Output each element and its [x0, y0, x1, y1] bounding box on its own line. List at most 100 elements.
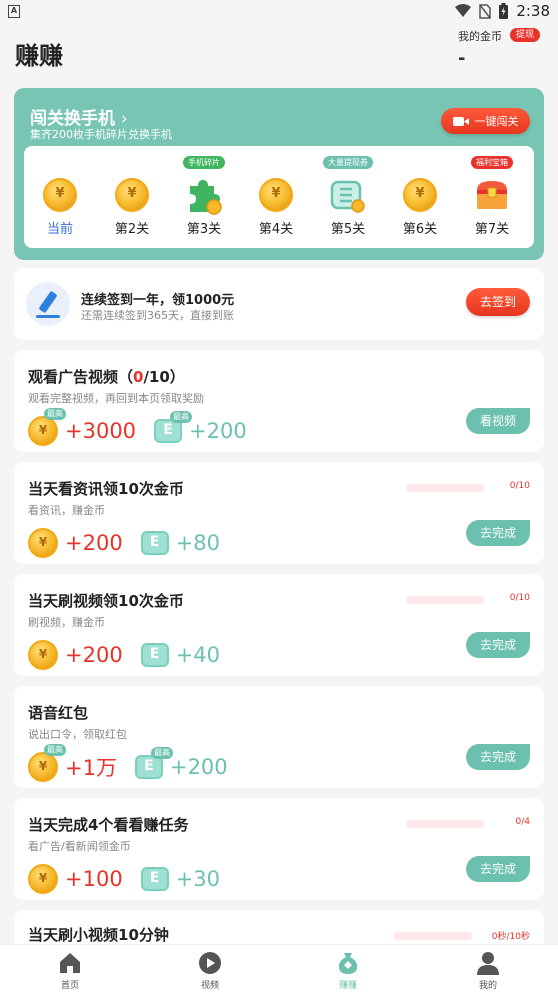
- task-subtitle: 说出口令，领取红包: [28, 728, 127, 741]
- treasure-chest-icon: [477, 181, 507, 209]
- coin-reward: 最高 +3000: [28, 408, 137, 446]
- complete-button[interactable]: 去完成: [466, 520, 530, 546]
- task-title-text: 观看广告视频（: [28, 368, 134, 386]
- ticket-reward-amount: +80: [175, 531, 221, 555]
- task-progress-bar: [406, 820, 484, 828]
- ticket-reward-amount: +200: [189, 419, 247, 443]
- level-tag: 手机碎片: [183, 156, 225, 169]
- task-progress-text: 0/10: [509, 481, 530, 491]
- max-tag: 最高: [170, 411, 193, 423]
- task-progress-bar: [394, 932, 472, 940]
- coin-reward-amount: +100: [65, 867, 123, 891]
- task-card-kankanzhuan: 当天完成4个看看赚任务 0/4 看广告/看新闻领金币 +100 +30 去完成: [14, 798, 544, 900]
- coin-icon: [28, 528, 58, 558]
- coin-reward-amount: +200: [65, 643, 123, 667]
- task-progress-text: 0/10: [509, 593, 530, 603]
- task-card-watch-ads: 观看广告视频（0/10） 观看完整视频，再回到本页领取奖励 最高 +3000 最…: [14, 350, 544, 452]
- complete-button[interactable]: 去完成: [466, 632, 530, 658]
- task-rewards: 最高 +3000 最高 +200: [28, 408, 265, 448]
- signin-subtitle: 还需连续签到365天，直接到账: [81, 309, 234, 322]
- coin-icon: [28, 752, 58, 782]
- watch-video-button[interactable]: 看视频: [466, 408, 530, 434]
- ticket-reward-amount: +200: [169, 755, 228, 779]
- page-title: 赚赚: [15, 42, 63, 70]
- bottom-nav: 首页 视频 赚赚 我的: [0, 944, 558, 992]
- level-item-2[interactable]: 第2关: [102, 146, 162, 248]
- nav-item-earn[interactable]: 赚赚: [278, 945, 418, 992]
- coin-reward: +100: [28, 864, 123, 894]
- task-title: 当天看资讯领10次金币: [28, 480, 184, 498]
- play-icon: [199, 952, 221, 974]
- task-title: 当天刷小视频10分钟: [28, 926, 169, 944]
- level-item-5[interactable]: 大量提现券 第5关: [318, 146, 378, 248]
- level-challenge-card: 闯关换手机 › 集齐200枚手机碎片兑换手机 一键闯关 当前 第2关 手机碎片 …: [14, 88, 544, 260]
- coin-reward: +200: [28, 640, 123, 670]
- status-time: 2:38: [516, 2, 550, 20]
- my-coins-label[interactable]: 我的金币: [458, 28, 502, 44]
- ticket-reward-amount: +40: [175, 643, 221, 667]
- signin-button[interactable]: 去签到: [466, 288, 530, 316]
- page-header: 赚赚 我的金币 提现 -: [0, 24, 558, 86]
- task-progress-text: 0秒/10秒: [491, 932, 530, 942]
- level-item-current[interactable]: 当前: [30, 146, 90, 248]
- coin-reward: +200: [28, 528, 123, 558]
- level-tag: 大量提现券: [323, 156, 373, 169]
- one-click-challenge-label: 一键闯关: [474, 115, 519, 128]
- money-bag-icon: [338, 953, 358, 974]
- ticket-reward: 最高 +200: [134, 747, 228, 779]
- status-bar: A 2:38: [0, 0, 558, 24]
- task-progress-bar: [406, 484, 484, 492]
- level-label: 第4关: [258, 222, 294, 237]
- level-label: 第2关: [114, 222, 150, 237]
- signin-title: 连续签到一年，领1000元: [81, 293, 235, 308]
- complete-button[interactable]: 去完成: [466, 744, 530, 770]
- coin-reward-amount: +1万: [65, 756, 117, 780]
- level-label: 第7关: [474, 222, 510, 237]
- task-progress-bar: [406, 596, 484, 604]
- task-count-current: 0: [133, 368, 144, 386]
- coin-icon: [259, 178, 293, 212]
- max-tag: 最高: [44, 744, 66, 756]
- ticket-reward: 最高 +200: [154, 411, 247, 443]
- withdraw-button[interactable]: 提现: [510, 28, 541, 42]
- level-item-3[interactable]: 手机碎片 第3关: [174, 146, 234, 248]
- coin-icon: [28, 640, 58, 670]
- nav-item-video[interactable]: 视频: [140, 945, 280, 992]
- task-subtitle: 看广告/看新闻领金币: [28, 840, 131, 853]
- coin-icon: [403, 178, 437, 212]
- coin-icon: [115, 178, 149, 212]
- nav-label: 我的: [478, 981, 497, 991]
- task-rewards: 最高 +1万 最高 +200: [28, 744, 246, 784]
- level-track: 当前 第2关 手机碎片 第3关 第4关 大量提现券 第5关: [24, 146, 534, 248]
- nav-item-me[interactable]: 我的: [418, 945, 558, 992]
- ticket-reward-amount: +30: [175, 867, 221, 891]
- notification-a-icon: A: [8, 5, 20, 18]
- ticket-reward: +40: [140, 643, 221, 667]
- task-rewards: +200 +40: [28, 638, 238, 672]
- one-click-challenge-button[interactable]: 一键闯关: [441, 108, 530, 134]
- task-card-read-news: 当天看资讯领10次金币 0/10 看资讯，赚金币 +200 +80 去完成: [14, 462, 544, 564]
- task-subtitle: 刷视频，赚金币: [28, 616, 105, 629]
- ticket-icon: [140, 531, 169, 555]
- task-rewards: +100 +30: [28, 862, 238, 896]
- coin-icon: [43, 178, 77, 212]
- ticket-reward: +80: [140, 531, 221, 555]
- level-item-7[interactable]: 福利宝箱 第7关: [462, 146, 522, 248]
- ticket-reward: +30: [140, 867, 221, 891]
- nav-item-home[interactable]: 首页: [0, 945, 140, 992]
- task-progress-text: 0/4: [515, 817, 530, 827]
- level-tag: 福利宝箱: [471, 156, 513, 169]
- level-item-4[interactable]: 第4关: [246, 146, 306, 248]
- task-title: 观看广告视频（0/10）: [28, 366, 185, 387]
- complete-button[interactable]: 去完成: [466, 856, 530, 882]
- task-title: 语音红包: [28, 704, 89, 722]
- task-count-total: /10）: [143, 368, 185, 386]
- coin-reward: 最高 +1万: [28, 744, 117, 782]
- coin-reward-amount: +200: [65, 531, 123, 555]
- level-label: 第3关: [186, 222, 222, 237]
- level-item-6[interactable]: 第6关: [390, 146, 450, 248]
- coin-balance: -: [458, 48, 466, 69]
- nav-label: 赚赚: [338, 981, 357, 991]
- max-tag: 最高: [44, 408, 66, 420]
- coin-reward-amount: +3000: [65, 419, 137, 443]
